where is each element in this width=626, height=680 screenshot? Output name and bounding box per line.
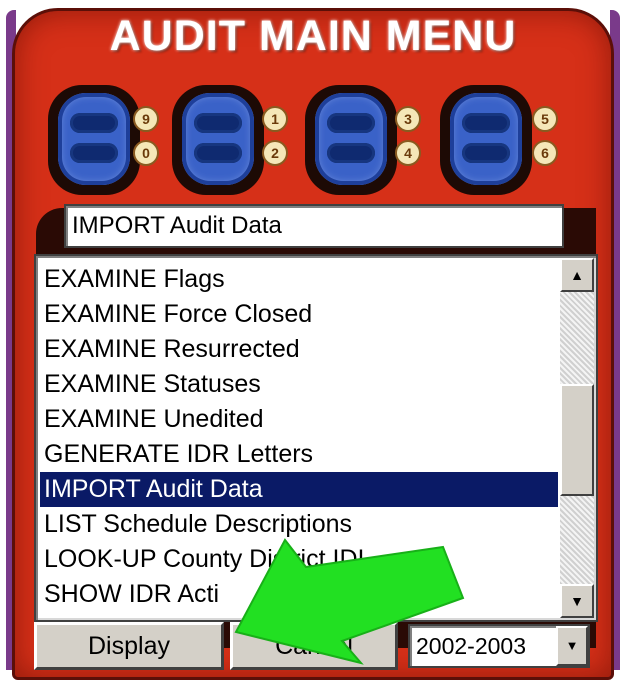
selector-slot xyxy=(70,143,118,163)
selector-button-3[interactable] xyxy=(305,85,397,195)
selector-button-3-face xyxy=(315,93,387,185)
list-item[interactable]: EXAMINE Statuses xyxy=(40,367,558,402)
dropdown-button[interactable]: ▼ xyxy=(556,626,588,666)
scrollbar-thumb[interactable] xyxy=(560,384,594,496)
list-item[interactable]: SHOW IDR Acti xyxy=(40,577,558,612)
list-item-selected[interactable]: IMPORT Audit Data xyxy=(40,472,558,507)
selector-slot xyxy=(70,113,118,133)
selector-label: 9 xyxy=(133,106,159,132)
vertical-scrollbar[interactable]: ▲ ▼ xyxy=(560,258,594,618)
display-button[interactable]: Display xyxy=(34,622,224,670)
selector-label: 6 xyxy=(532,140,558,166)
chevron-down-icon: ▼ xyxy=(565,638,579,653)
selector-label: 5 xyxy=(532,106,558,132)
list-item[interactable]: GENERATE IDR Letters xyxy=(40,437,558,472)
selector-button-4-face xyxy=(450,93,522,185)
scroll-down-button[interactable]: ▼ xyxy=(560,584,594,618)
menu-listbox[interactable]: EXAMINE Flags EXAMINE Force Closed EXAMI… xyxy=(34,254,598,622)
selector-label: 1 xyxy=(262,106,288,132)
selector-button-1[interactable] xyxy=(48,85,140,195)
selector-label: 0 xyxy=(133,140,159,166)
selector-slot xyxy=(327,143,375,163)
menu-list-items: EXAMINE Flags EXAMINE Force Closed EXAMI… xyxy=(40,262,558,612)
selector-slot xyxy=(194,113,242,133)
selected-item-field[interactable]: IMPORT Audit Data xyxy=(64,204,564,248)
list-item[interactable]: EXAMINE Force Closed xyxy=(40,297,558,332)
selector-slot xyxy=(462,113,510,133)
list-item[interactable]: EXAMINE Unedited xyxy=(40,402,558,437)
list-item[interactable]: LOOK-UP County District IDI xyxy=(40,542,558,577)
fiscal-year-value: 2002-2003 xyxy=(416,633,526,659)
selector-button-2[interactable] xyxy=(172,85,264,195)
window-title: AUDIT MAIN MENU xyxy=(109,12,517,60)
selector-button-4[interactable] xyxy=(440,85,532,195)
selector-button-1-face xyxy=(58,93,130,185)
selector-slot xyxy=(194,143,242,163)
selector-slot xyxy=(327,113,375,133)
selector-label: 2 xyxy=(262,140,288,166)
list-item[interactable]: LIST Schedule Descriptions xyxy=(40,507,558,542)
cancel-button[interactable]: Cancel xyxy=(230,622,398,670)
list-item[interactable]: EXAMINE Flags xyxy=(40,262,558,297)
selector-label: 3 xyxy=(395,106,421,132)
selector-slot xyxy=(462,143,510,163)
scroll-up-button[interactable]: ▲ xyxy=(560,258,594,292)
selector-label: 4 xyxy=(395,140,421,166)
selector-button-2-face xyxy=(182,93,254,185)
fiscal-year-select[interactable]: 2002-2003 ▼ xyxy=(408,624,590,668)
arrow-up-icon: ▲ xyxy=(570,267,584,283)
arrow-down-icon: ▼ xyxy=(570,593,584,609)
list-item[interactable]: EXAMINE Resurrected xyxy=(40,332,558,367)
